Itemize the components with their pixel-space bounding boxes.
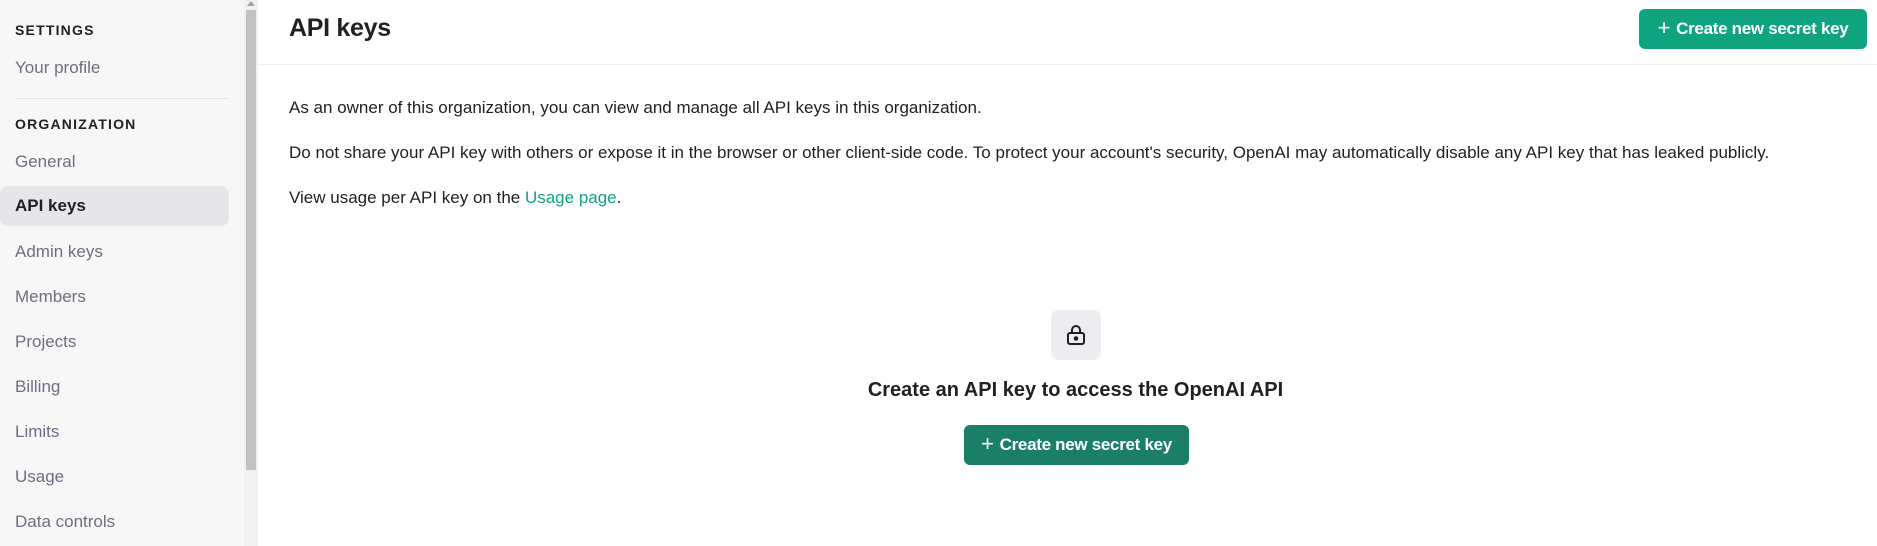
sidebar: SETTINGS Your profile ORGANIZATION Gener…	[0, 0, 244, 546]
usage-info-text: View usage per API key on the Usage page…	[289, 188, 621, 208]
plus-icon: +	[981, 431, 994, 456]
lock-icon	[1067, 325, 1085, 345]
usage-info-suffix: .	[616, 188, 622, 207]
page-title: API keys	[289, 14, 391, 42]
sidebar-item-general[interactable]: General	[0, 142, 229, 182]
sidebar-item-usage[interactable]: Usage	[0, 457, 229, 497]
create-secret-key-label: Create new secret key	[1676, 19, 1849, 38]
settings-section-title: SETTINGS	[15, 22, 95, 38]
sidebar-item-api-keys[interactable]: API keys	[0, 186, 229, 226]
sidebar-item-admin-keys[interactable]: Admin keys	[0, 232, 229, 272]
sidebar-item-data-controls[interactable]: Data controls	[0, 502, 229, 542]
security-warning-text: Do not share your API key with others or…	[289, 143, 1770, 162]
lock-icon-container	[1051, 310, 1101, 360]
plus-icon: +	[1657, 15, 1671, 40]
sidebar-item-your-profile[interactable]: Your profile	[0, 48, 229, 88]
usage-page-link[interactable]: Usage page	[525, 188, 617, 207]
sidebar-item-limits[interactable]: Limits	[0, 412, 229, 452]
sidebar-item-projects[interactable]: Projects	[0, 322, 229, 362]
owner-info-text: As an owner of this organization, you ca…	[289, 98, 982, 117]
usage-info-prefix: View usage per API key on the	[289, 188, 525, 207]
empty-state-title: Create an API key to access the OpenAI A…	[867, 379, 1284, 401]
empty-state-create-secret-key-button[interactable]: + Create new secret key	[964, 425, 1189, 465]
create-secret-key-button[interactable]: + Create new secret key	[1639, 9, 1867, 49]
sidebar-divider	[15, 98, 229, 99]
scroll-up-arrow-icon[interactable]	[247, 1, 255, 6]
empty-state-create-secret-key-label: Create new secret key	[999, 435, 1173, 454]
sidebar-item-members[interactable]: Members	[0, 277, 229, 317]
organization-section-title: ORGANIZATION	[15, 116, 137, 132]
page-header: API keys + Create new secret key	[258, 0, 1877, 65]
